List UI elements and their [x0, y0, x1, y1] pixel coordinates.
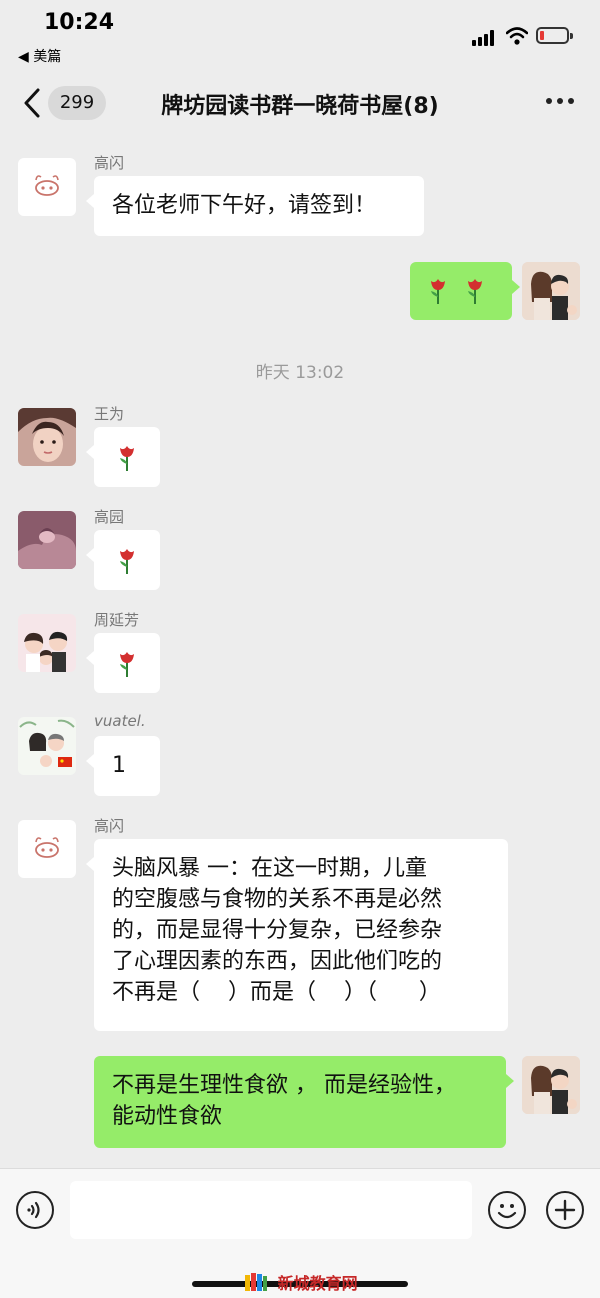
message-bubble[interactable]: 不再是生理性食欲 ， 而是经验性， 能动性食欲	[94, 1056, 514, 1148]
rose-icon	[120, 549, 134, 574]
sender-name: 周延芳	[94, 611, 140, 629]
pig-avatar-icon[interactable]	[18, 158, 76, 216]
message-line: 能动性食欲	[112, 1104, 223, 1129]
couple-avatar[interactable]	[522, 262, 580, 320]
status-bar: 10:24 ◀ 美篇	[0, 0, 600, 72]
emoji-button[interactable]	[488, 1191, 526, 1229]
chat-header: 299 牌坊园读书群一晓荷书屋(8)	[0, 72, 600, 134]
message-bubble[interactable]: 1	[86, 736, 160, 796]
book-logo-icon	[245, 1273, 267, 1291]
message-bubble[interactable]: 各位老师下午好，请签到！	[86, 176, 424, 236]
sender-name: 高园	[94, 508, 125, 526]
pig-avatar-icon[interactable]	[18, 820, 76, 878]
chat-timestamp: 昨天 13:02	[255, 363, 345, 383]
message-text-input[interactable]	[70, 1181, 472, 1239]
message-line: 了心理因素的东西，因此他们吃的	[112, 949, 443, 974]
cellular-signal-icon	[472, 30, 498, 46]
hands-photo-avatar[interactable]	[18, 511, 76, 569]
battery-icon	[536, 27, 574, 45]
chat-title: 牌坊园读书群一晓荷书屋(8)	[161, 94, 439, 119]
message-bubble[interactable]	[86, 427, 160, 487]
message-bubble[interactable]	[86, 633, 160, 693]
status-time: 10:24	[44, 10, 115, 35]
family-flag-avatar[interactable]	[18, 717, 76, 775]
smiley-icon	[497, 1204, 517, 1219]
message-line: 的，而是显得十分复杂，已经参杂	[112, 918, 443, 943]
sender-name: 高闪	[94, 154, 125, 172]
message-bubble[interactable]	[86, 530, 160, 590]
message-line: 不再是生理性食欲 ， 而是经验性，	[112, 1073, 456, 1098]
rose-icon	[468, 279, 482, 304]
rose-icon	[120, 652, 134, 677]
unread-count-badge[interactable]: 299	[48, 86, 106, 120]
voice-wave-icon	[27, 1201, 40, 1219]
message-bubble[interactable]	[410, 262, 520, 320]
message-line: 不再是（ ）而是（ ）（ ）	[112, 980, 441, 1005]
watermark: 新城教育网	[244, 1270, 358, 1294]
sender-name: vuatel.	[94, 712, 146, 730]
message-line: 头脑风暴 一：在这一时期，儿童	[112, 856, 427, 881]
voice-input-button[interactable]	[16, 1191, 54, 1229]
sender-name: 高闪	[94, 817, 125, 835]
more-options-icon[interactable]	[544, 98, 576, 106]
back-to-app-link[interactable]: ◀ 美篇	[18, 46, 61, 66]
girl-photo-avatar[interactable]	[18, 408, 76, 466]
couple-avatar[interactable]	[522, 1056, 580, 1114]
plus-icon	[554, 1199, 576, 1221]
back-chevron-icon[interactable]	[20, 86, 46, 120]
watermark-text: 新城教育网	[277, 1274, 358, 1293]
family-cartoon-avatar[interactable]	[18, 614, 76, 672]
sender-name: 王为	[94, 405, 125, 423]
message-line: 的空腹感与食物的关系不再是必然	[112, 887, 443, 912]
wifi-icon	[506, 27, 528, 45]
rose-icon	[431, 279, 445, 304]
rose-icon	[120, 446, 134, 471]
message-bubble[interactable]: 头脑风暴 一：在这一时期，儿童 的空腹感与食物的关系不再是必然 的，而是显得十分…	[86, 839, 508, 1031]
more-functions-button[interactable]	[546, 1191, 584, 1229]
